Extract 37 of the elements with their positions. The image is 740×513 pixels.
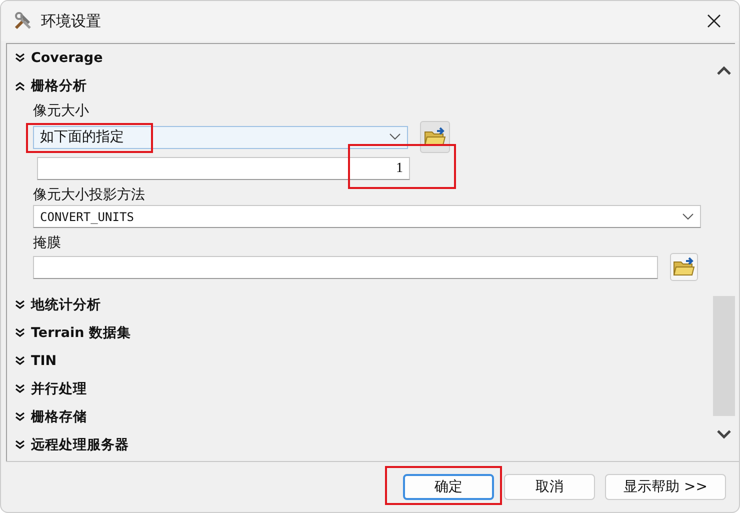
chevron-icon	[15, 412, 25, 422]
section-header[interactable]: Coverage	[15, 44, 107, 72]
chevron-icon	[15, 53, 25, 63]
chevron-icon	[15, 356, 25, 366]
window-title: 环境设置	[41, 12, 102, 30]
scroll-down-icon[interactable]	[717, 429, 731, 439]
folder-icon	[673, 257, 695, 277]
number-field[interactable]: 1	[37, 157, 410, 180]
folder-button[interactable]	[670, 253, 698, 281]
chevron-icon	[15, 440, 25, 450]
section-header[interactable]: 远程处理服务器	[15, 431, 133, 459]
field-label: 掩膜	[33, 234, 61, 252]
dropdown[interactable]: 如下面的指定	[33, 126, 408, 148]
section-header[interactable]: 栅格分析	[15, 72, 91, 100]
dialog-button[interactable]: 显示帮助 >>	[605, 474, 726, 500]
chevron-icon	[15, 300, 25, 310]
dialog-button[interactable]: 确定	[403, 474, 494, 500]
section-header[interactable]: 栅格存储	[15, 403, 91, 431]
chevron-icon	[15, 328, 25, 338]
section-header[interactable]: 地统计分析	[15, 291, 105, 319]
field-label: 像元大小投影方法	[33, 186, 145, 204]
caret-icon	[389, 133, 401, 141]
dialog-button[interactable]: 取消	[504, 474, 595, 500]
tools-icon	[13, 11, 33, 31]
scroll-up-icon[interactable]	[717, 66, 731, 76]
folder-icon	[424, 127, 446, 147]
section-header[interactable]: 并行处理	[15, 375, 91, 403]
section-header[interactable]: Terrain 数据集	[15, 319, 135, 347]
dropdown[interactable]: CONVERT_UNITS	[33, 205, 701, 228]
caret-icon	[682, 212, 694, 220]
section-header[interactable]: TIN	[15, 347, 61, 375]
input-field[interactable]	[33, 256, 658, 278]
close-icon[interactable]	[707, 14, 721, 28]
field-label: 像元大小	[33, 102, 89, 120]
chevron-icon	[15, 81, 25, 91]
chevron-icon	[15, 384, 25, 394]
folder-button[interactable]	[420, 121, 450, 153]
